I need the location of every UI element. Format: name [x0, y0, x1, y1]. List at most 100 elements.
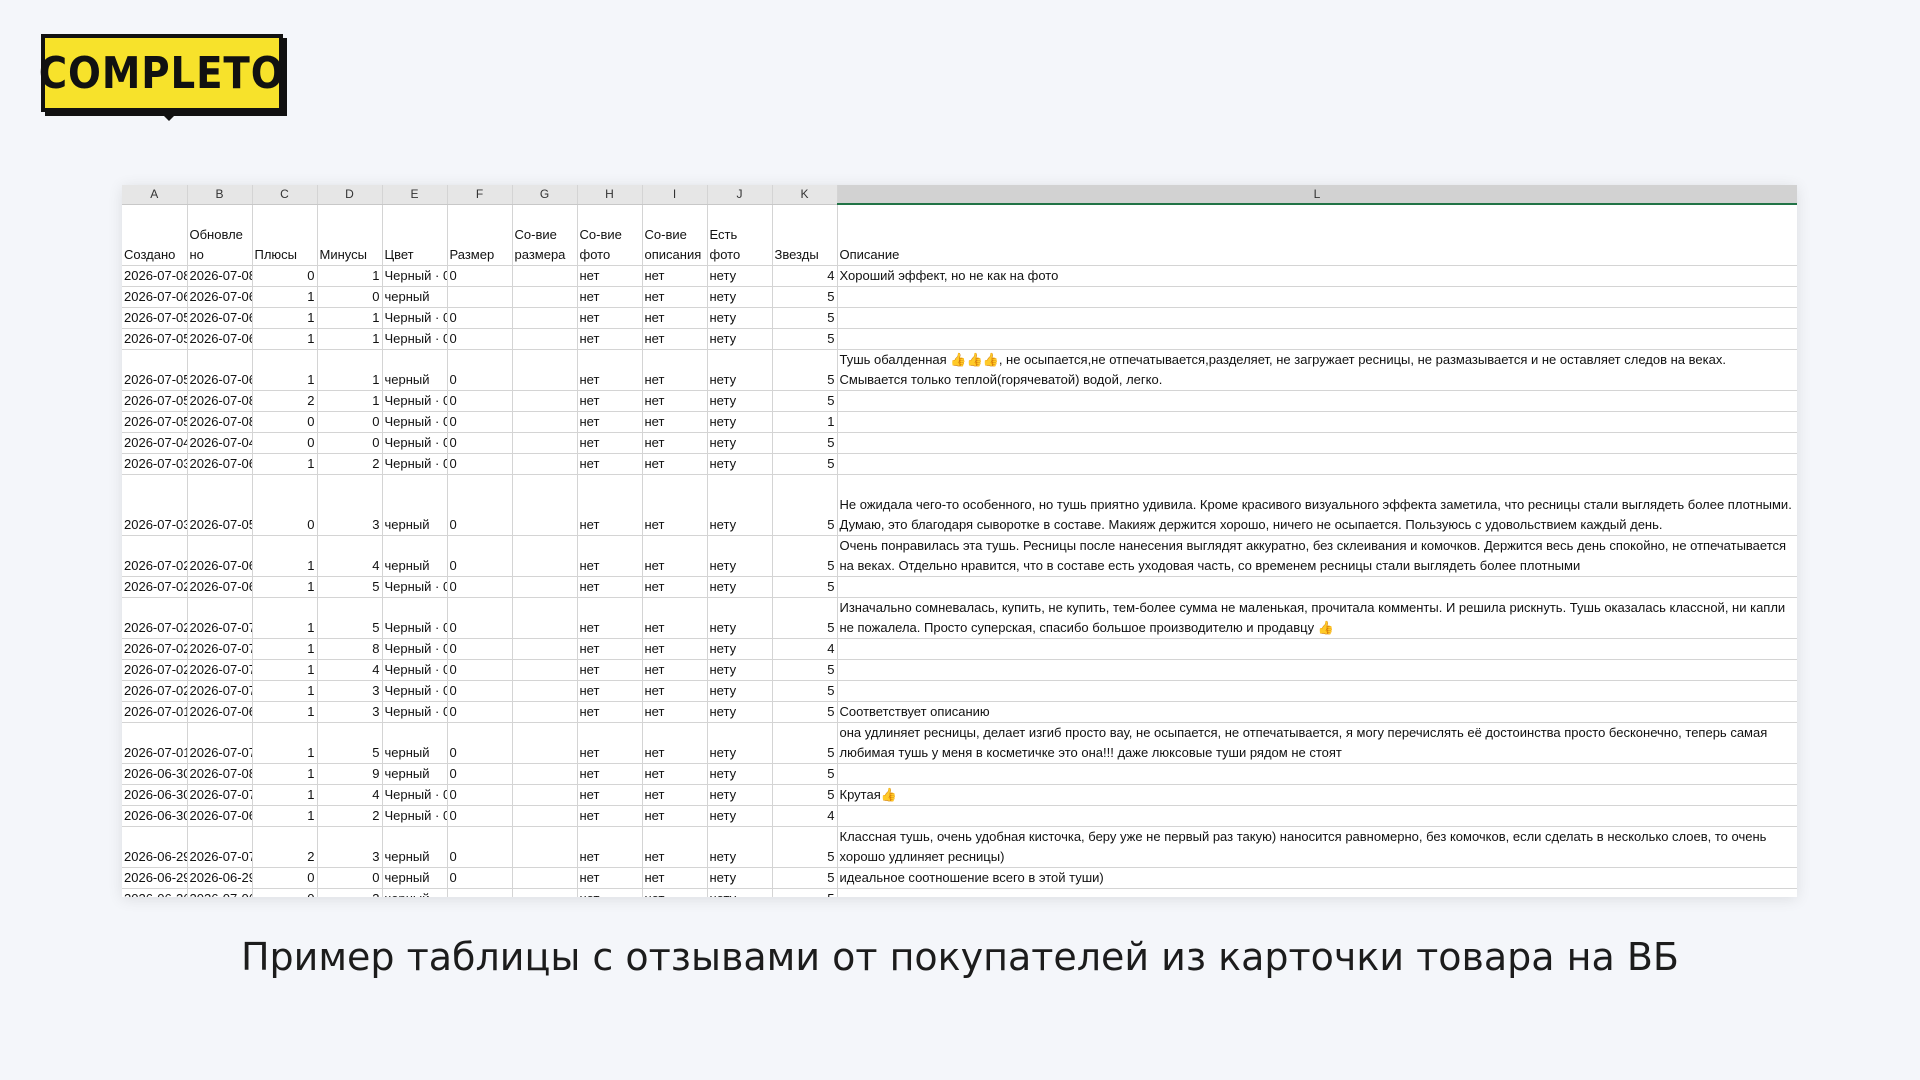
cell-minus[interactable]: 1	[317, 265, 383, 287]
cell-photo-match[interactable]: нет	[577, 474, 643, 536]
cell-description[interactable]: Очень понравилась эта тушь. Ресницы посл…	[837, 535, 1797, 577]
cell-updated[interactable]: 2026-07-07	[187, 659, 253, 681]
cell-photo-match[interactable]: нет	[577, 535, 643, 577]
cell-created[interactable]: 2026-07-03	[122, 453, 188, 475]
cell-stars[interactable]: 5	[772, 576, 838, 598]
cell-updated[interactable]: 2026-07-05	[187, 474, 253, 536]
header-cell-plus[interactable]: Плюсы	[252, 204, 318, 266]
cell-stars[interactable]: 5	[772, 680, 838, 702]
cell-desc-match[interactable]: нет	[642, 432, 708, 454]
cell-photo-match[interactable]: нет	[577, 349, 643, 391]
cell-stars[interactable]: 5	[772, 888, 838, 897]
cell-has-photo[interactable]: нету	[707, 805, 773, 827]
cell-plus[interactable]: 2	[252, 826, 318, 868]
cell-photo-match[interactable]: нет	[577, 722, 643, 764]
cell-size-match[interactable]	[512, 307, 578, 329]
cell-desc-match[interactable]: нет	[642, 265, 708, 287]
cell-stars[interactable]: 4	[772, 265, 838, 287]
cell-desc-match[interactable]: нет	[642, 576, 708, 598]
cell-has-photo[interactable]: нету	[707, 680, 773, 702]
cell-has-photo[interactable]: нету	[707, 826, 773, 868]
cell-has-photo[interactable]: нету	[707, 349, 773, 391]
cell-has-photo[interactable]: нету	[707, 701, 773, 723]
cell-created[interactable]: 2026-06-30	[122, 763, 188, 785]
cell-stars[interactable]: 5	[772, 328, 838, 350]
cell-created[interactable]: 2026-07-06	[122, 286, 188, 308]
cell-size[interactable]: 0	[447, 411, 513, 433]
cell-plus[interactable]: 1	[252, 763, 318, 785]
cell-color[interactable]: черный	[382, 535, 448, 577]
cell-created[interactable]: 2026-07-01	[122, 722, 188, 764]
cell-plus[interactable]: 1	[252, 453, 318, 475]
cell-photo-match[interactable]: нет	[577, 453, 643, 475]
cell-photo-match[interactable]: нет	[577, 805, 643, 827]
cell-minus[interactable]: 3	[317, 680, 383, 702]
cell-description[interactable]	[837, 328, 1797, 350]
cell-desc-match[interactable]: нет	[642, 638, 708, 660]
cell-has-photo[interactable]: нету	[707, 867, 773, 889]
cell-description[interactable]: Не ожидала чего-то особенного, но тушь п…	[837, 474, 1797, 536]
cell-size[interactable]: 0	[447, 349, 513, 391]
cell-updated[interactable]: 2026-07-06	[187, 535, 253, 577]
cell-updated[interactable]: 2026-07-07	[187, 638, 253, 660]
cell-plus[interactable]: 1	[252, 784, 318, 806]
cell-description[interactable]	[837, 307, 1797, 329]
cell-size[interactable]: 0	[447, 701, 513, 723]
cell-size-match[interactable]	[512, 722, 578, 764]
cell-plus[interactable]: 2	[252, 390, 318, 412]
cell-size[interactable]: 0	[447, 265, 513, 287]
header-cell-desc-match[interactable]: Со-вие описания	[642, 204, 708, 266]
cell-size-match[interactable]	[512, 867, 578, 889]
cell-has-photo[interactable]: нету	[707, 638, 773, 660]
cell-size[interactable]: 0	[447, 867, 513, 889]
col-header-c[interactable]: C	[252, 185, 318, 205]
cell-updated[interactable]: 2026-07-07	[187, 597, 253, 639]
cell-minus[interactable]: 0	[317, 286, 383, 308]
cell-created[interactable]: 2026-07-05	[122, 390, 188, 412]
cell-size[interactable]: 0	[447, 659, 513, 681]
cell-created[interactable]: 2026-07-02	[122, 638, 188, 660]
cell-created[interactable]: 2026-07-02	[122, 680, 188, 702]
cell-minus[interactable]: 0	[317, 411, 383, 433]
cell-description[interactable]	[837, 390, 1797, 412]
col-header-i[interactable]: I	[642, 185, 708, 205]
cell-created[interactable]: 2026-07-02	[122, 576, 188, 598]
cell-size-match[interactable]	[512, 535, 578, 577]
cell-minus[interactable]: 5	[317, 722, 383, 764]
cell-minus[interactable]: 0	[317, 432, 383, 454]
cell-size-match[interactable]	[512, 888, 578, 897]
cell-plus[interactable]: 1	[252, 328, 318, 350]
cell-color[interactable]: Черный · 0	[382, 659, 448, 681]
cell-has-photo[interactable]: нету	[707, 307, 773, 329]
cell-has-photo[interactable]: нету	[707, 763, 773, 785]
cell-photo-match[interactable]: нет	[577, 638, 643, 660]
header-cell-updated[interactable]: Обновлено	[187, 204, 253, 266]
cell-photo-match[interactable]: нет	[577, 411, 643, 433]
cell-created[interactable]: 2026-07-08	[122, 265, 188, 287]
cell-stars[interactable]: 4	[772, 638, 838, 660]
cell-color[interactable]: Черный · 0	[382, 453, 448, 475]
col-header-e[interactable]: E	[382, 185, 448, 205]
cell-size-match[interactable]	[512, 265, 578, 287]
cell-updated[interactable]: 2026-07-06	[187, 453, 253, 475]
header-cell-size-match[interactable]: Со-вие размера	[512, 204, 578, 266]
cell-size[interactable]: 0	[447, 722, 513, 764]
cell-created[interactable]: 2026-07-04	[122, 432, 188, 454]
cell-size-match[interactable]	[512, 680, 578, 702]
cell-size-match[interactable]	[512, 826, 578, 868]
cell-color[interactable]: черный	[382, 826, 448, 868]
cell-plus[interactable]: 1	[252, 701, 318, 723]
cell-minus[interactable]: 9	[317, 763, 383, 785]
cell-has-photo[interactable]: нету	[707, 659, 773, 681]
col-header-a[interactable]: A	[122, 185, 188, 205]
cell-stars[interactable]: 5	[772, 390, 838, 412]
cell-desc-match[interactable]: нет	[642, 888, 708, 897]
cell-size[interactable]: 0	[447, 307, 513, 329]
header-cell-created[interactable]: Создано	[122, 204, 188, 266]
cell-created[interactable]: 2026-07-02	[122, 535, 188, 577]
cell-color[interactable]: Черный · 0	[382, 805, 448, 827]
cell-stars[interactable]: 5	[772, 763, 838, 785]
cell-updated[interactable]: 2026-07-06	[187, 328, 253, 350]
cell-has-photo[interactable]: нету	[707, 432, 773, 454]
cell-photo-match[interactable]: нет	[577, 328, 643, 350]
